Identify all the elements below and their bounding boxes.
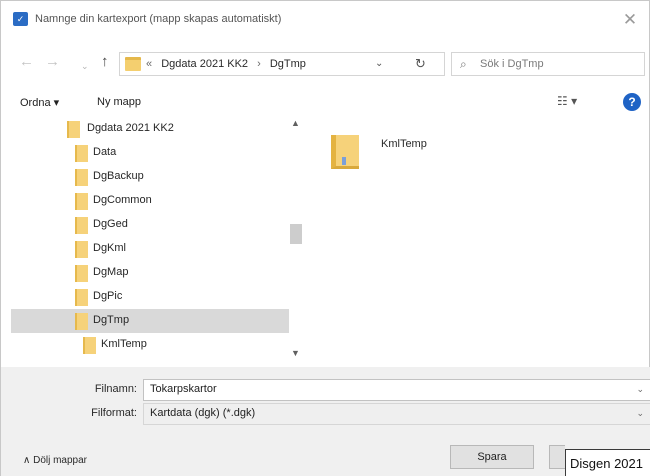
breadcrumb-separator-icon[interactable]: › [257, 58, 261, 70]
back-arrow-icon[interactable]: ← [19, 53, 34, 71]
tree-item-label: DgCommon [93, 194, 152, 206]
tree-item[interactable]: DgCommon [11, 189, 289, 213]
view-options-icon[interactable]: ☷ ▾ [557, 94, 577, 108]
folder-icon [75, 313, 88, 330]
folder-icon [75, 289, 88, 306]
tree-item-label: DgPic [93, 290, 123, 302]
filetype-label: Filformat: [91, 407, 137, 419]
tree-item-label: DgGed [93, 218, 128, 230]
folder-icon [75, 145, 88, 162]
tree-item[interactable]: DgPic [11, 285, 289, 309]
folder-icon [75, 169, 88, 186]
folder-tree[interactable]: Dgdata 2021 KK2 Data DgBackup DgCommon D… [11, 117, 307, 367]
filename-label: Filnamn: [94, 383, 137, 395]
save-dialog: ✓ Namnge din kartexport (mapp skapas aut… [0, 0, 650, 476]
folder-icon [125, 57, 141, 71]
breadcrumb-overflow[interactable]: « [146, 58, 152, 70]
recent-locations-icon[interactable]: ⌄ [81, 57, 89, 75]
hide-folders-button[interactable]: ∧ Dölj mappar [23, 455, 87, 466]
breadcrumb: « Dgdata 2021 KK2 › DgTmp [146, 58, 312, 70]
tree-item[interactable]: DgBackup [11, 165, 289, 189]
file-list[interactable]: KmlTemp [311, 117, 650, 367]
refresh-icon[interactable]: ↻ [415, 56, 426, 72]
navigation-bar: ← → ⌄ ↑ « Dgdata 2021 KK2 › DgTmp ⌄ ↻ ⌕ [1, 45, 650, 81]
search-icon: ⌕ [460, 57, 467, 71]
folder-icon [75, 265, 88, 282]
command-bar: Ordna ▾ Ny mapp ☷ ▾ ? [1, 87, 650, 117]
save-options-panel: Filnamn: ⌄ Filformat: Kartdata (dgk) (*.… [1, 367, 650, 476]
tree-item[interactable]: DgKml [11, 237, 289, 261]
filename-input[interactable] [150, 383, 630, 395]
tree-item-selected[interactable]: DgTmp [11, 309, 289, 333]
scroll-up-icon[interactable]: ▲ [291, 118, 300, 128]
tree-item-label: DgBackup [93, 170, 144, 182]
address-bar[interactable]: « Dgdata 2021 KK2 › DgTmp ⌄ ↻ [119, 52, 445, 76]
taskbar-tooltip: Disgen 2021 [565, 449, 650, 476]
scroll-thumb[interactable] [290, 224, 302, 244]
tree-item[interactable]: Data [11, 141, 289, 165]
tree-item-label: DgMap [93, 266, 129, 278]
tree-item-label: Data [93, 146, 117, 158]
tree-item-label: DgKml [93, 242, 127, 254]
filename-field[interactable]: ⌄ [143, 379, 650, 401]
new-folder-button[interactable]: Ny mapp [97, 96, 141, 108]
up-arrow-icon[interactable]: ↑ [101, 53, 109, 71]
folder-icon [75, 193, 88, 210]
search-box[interactable]: ⌕ [451, 52, 645, 76]
app-icon: ✓ [13, 12, 28, 26]
folder-icon[interactable] [331, 135, 359, 169]
tree-item[interactable]: DgGed [11, 213, 289, 237]
cancel-button[interactable] [549, 445, 565, 469]
organize-button[interactable]: Ordna ▾ [20, 96, 59, 109]
tree-item-label: KmlTemp [101, 338, 147, 350]
filetype-value: Kartdata (dgk) (*.dgk) [150, 407, 256, 419]
chevron-down-icon[interactable]: ⌄ [636, 384, 644, 395]
forward-arrow-icon[interactable]: → [45, 53, 60, 71]
close-button[interactable]: ✕ [617, 7, 643, 33]
title-bar: ✓ Namnge din kartexport (mapp skapas aut… [1, 1, 650, 39]
tree-item[interactable]: DgMap [11, 261, 289, 285]
file-item-name[interactable]: KmlTemp [381, 138, 427, 150]
chevron-down-icon[interactable]: ⌄ [636, 408, 644, 419]
tree-item-label: DgTmp [93, 314, 130, 326]
tree-item-label: Dgdata 2021 KK2 [87, 122, 174, 134]
folder-icon [83, 337, 96, 354]
breadcrumb-item[interactable]: DgTmp [270, 58, 306, 70]
folder-icon [75, 217, 88, 234]
window-title: Namnge din kartexport (mapp skapas autom… [35, 13, 282, 25]
search-input[interactable] [480, 53, 640, 75]
tree-item[interactable]: KmlTemp [11, 333, 289, 357]
scroll-down-icon[interactable]: ▼ [291, 348, 300, 358]
tree-item[interactable]: Dgdata 2021 KK2 [11, 117, 289, 141]
breadcrumb-item[interactable]: Dgdata 2021 KK2 [161, 58, 248, 70]
help-icon[interactable]: ? [623, 93, 641, 111]
filetype-select[interactable]: Kartdata (dgk) (*.dgk) ⌄ [143, 403, 650, 425]
chevron-down-icon[interactable]: ⌄ [375, 58, 383, 69]
save-button[interactable]: Spara [450, 445, 534, 469]
folder-icon [75, 241, 88, 258]
folder-icon [67, 121, 80, 138]
